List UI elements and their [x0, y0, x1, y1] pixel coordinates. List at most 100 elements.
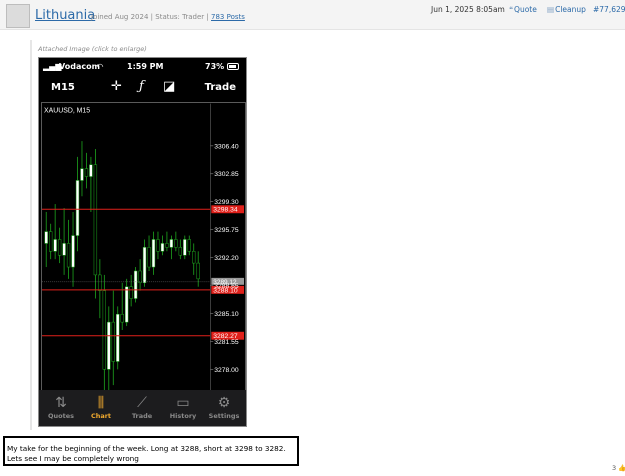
objects-icon[interactable]: ◪ [163, 79, 175, 94]
candle-body [116, 314, 120, 362]
phone-status-bar: ▂▄▆ Vodacom ◠ 1:59 PM 73% [39, 58, 246, 74]
candle-body [120, 314, 124, 323]
candle-body [196, 262, 200, 280]
candle-body [80, 168, 84, 181]
candle-body [84, 168, 89, 177]
tab-quotes[interactable]: ⇅ Quotes [41, 390, 81, 426]
timeframe-button[interactable]: M15 [51, 82, 75, 93]
y-tick-label: 3285.10 [214, 311, 239, 318]
candle-body [62, 243, 66, 256]
wifi-icon: ◠ [97, 62, 104, 71]
phone-time: 1:59 PM [127, 62, 164, 71]
attached-image-label[interactable]: Attached Image (click to enlarge) [38, 45, 147, 53]
candle-body [151, 239, 156, 268]
history-icon: ▭ [176, 395, 190, 411]
chart-toolbar: M15 ✛ ƒ ◪ Trade [39, 76, 246, 98]
user-status: Status: Trader [155, 13, 205, 21]
candle-body [129, 286, 133, 299]
candle-body [142, 247, 147, 284]
post-header: Lithuania Joined Aug 2024 | Status: Trad… [0, 0, 625, 30]
cleanup-label: Cleanup [555, 5, 586, 14]
trade-icon: ⟋ [137, 395, 147, 411]
x-tick-label: 30 May 20:45 [169, 426, 210, 427]
candle-body [111, 321, 115, 362]
candle-body [57, 239, 62, 256]
candle-body [93, 164, 98, 276]
tab-history[interactable]: ▭ History [163, 390, 203, 426]
battery-icon [227, 63, 239, 70]
quotes-icon: ⇅ [55, 395, 67, 411]
tab-label: History [169, 412, 197, 420]
x-tick-label: 30 May 12:45 [46, 426, 87, 427]
candle-body [192, 251, 196, 264]
candle-body [44, 231, 48, 244]
candle-body [169, 239, 174, 248]
post-body: My take for the beginning of the week. L… [3, 436, 299, 466]
price-level-label: 3298.34 [213, 207, 238, 214]
quote-label: Quote [514, 5, 537, 14]
candle-body [133, 270, 138, 299]
chart-icon: ⫼ [97, 395, 105, 411]
settings-icon: ⚙ [217, 395, 231, 411]
tab-label: Chart [90, 412, 112, 420]
user-meta: Joined Aug 2024 | Status: Trader | 783 P… [91, 13, 245, 21]
price-chart[interactable]: XAUUSD, M15 3298.343288.103282.273289.12… [41, 102, 246, 427]
candle-body [165, 243, 169, 248]
candle-body [66, 243, 71, 268]
trade-button[interactable]: Trade [205, 82, 236, 93]
avatar[interactable] [6, 4, 30, 28]
candle-body [138, 270, 142, 284]
username-link[interactable]: Lithuania [35, 8, 95, 23]
candle-body [75, 180, 80, 236]
tab-label: Settings [208, 412, 240, 420]
quote-divider [30, 40, 32, 430]
candle-body [156, 239, 160, 252]
candle-body [53, 239, 57, 252]
post-number-link[interactable]: #77,629 [593, 5, 625, 14]
tab-label: Quotes [47, 412, 74, 420]
joined-date: Joined Aug 2024 [91, 13, 149, 21]
candle-body [147, 247, 151, 268]
y-tick-label: 3295.75 [214, 227, 239, 234]
y-tick-label: 3288.65 [214, 283, 239, 290]
post-text-line: Lets see I may be completely wrong [7, 454, 139, 463]
bottom-tabbar: ⇅ Quotes ⫼ Chart ⟋ Trade ▭ History ⚙ Set… [39, 390, 246, 426]
x-tick-label: 30 May 16:45 [106, 426, 147, 427]
candle-body [187, 239, 191, 252]
y-tick-label: 3278.00 [214, 367, 239, 374]
quote-icon: ❝ [509, 5, 514, 14]
post-date: Jun 1, 2025 8:05am [431, 5, 505, 14]
candle-body [98, 274, 102, 291]
candle-body [49, 231, 53, 252]
candle-body [102, 290, 107, 370]
carrier-name: Vodacom [59, 62, 100, 71]
candle-body [183, 239, 187, 256]
y-tick-label: 3292.20 [214, 255, 239, 262]
tab-settings[interactable]: ⚙ Settings [204, 390, 244, 426]
indicators-icon[interactable]: ƒ [139, 79, 144, 94]
like-count[interactable]: 3 👍 [612, 464, 625, 472]
crosshair-icon[interactable]: ✛ [111, 79, 122, 94]
candle-body [160, 243, 165, 252]
cleanup-button[interactable]: ▤Cleanup [547, 5, 586, 14]
like-number: 3 [612, 464, 617, 472]
candle-body [71, 235, 75, 268]
post-count-link[interactable]: 783 Posts [211, 13, 245, 21]
battery-level: 73% [205, 62, 225, 71]
y-tick-label: 3281.55 [214, 339, 239, 346]
candle-body [178, 247, 183, 256]
tab-trade[interactable]: ⟋ Trade [122, 390, 162, 426]
attached-image[interactable]: ▂▄▆ Vodacom ◠ 1:59 PM 73% M15 ✛ ƒ ◪ Trad… [38, 57, 247, 427]
candle-body [125, 286, 129, 323]
tab-label: Trade [131, 412, 153, 420]
candle-body [174, 239, 178, 248]
tab-chart[interactable]: ⫼ Chart [81, 390, 121, 426]
cleanup-icon: ▤ [547, 5, 555, 14]
chart-symbol-label: XAUUSD, M15 [44, 108, 90, 115]
candle-body [89, 164, 93, 177]
y-tick-label: 3302.85 [214, 171, 239, 178]
y-tick-label: 3306.40 [214, 143, 239, 150]
quote-button[interactable]: ❝Quote [509, 5, 537, 14]
post-text-line: My take for the beginning of the week. L… [7, 444, 286, 453]
y-tick-label: 3299.30 [214, 199, 239, 206]
